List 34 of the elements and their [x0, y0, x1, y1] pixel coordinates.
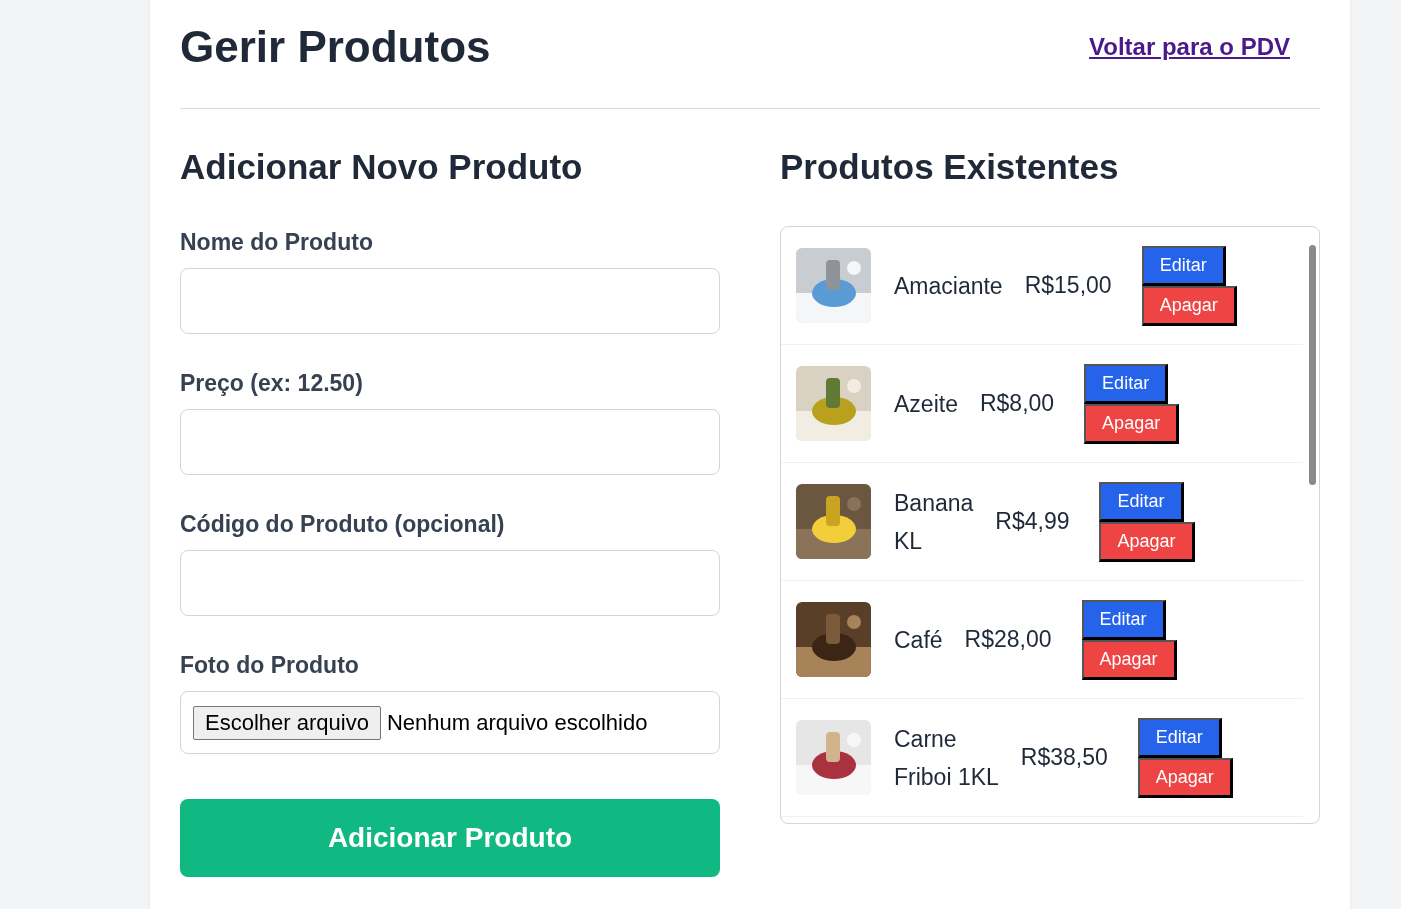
- delete-button[interactable]: Apagar: [1081, 639, 1177, 680]
- delete-button[interactable]: Apagar: [1137, 757, 1233, 798]
- product-price: R$4,99: [995, 508, 1070, 535]
- back-link[interactable]: Voltar para o PDV: [1089, 33, 1290, 61]
- input-field[interactable]: [180, 268, 720, 334]
- page-title: Gerir Produtos: [180, 22, 491, 72]
- field-label: Código do Produto (opcional): [180, 511, 506, 538]
- edit-button[interactable]: Editar: [1099, 481, 1184, 522]
- edit-button[interactable]: Editar: [1141, 245, 1226, 286]
- delete-button[interactable]: Apagar: [1099, 521, 1195, 562]
- edit-button[interactable]: Editar: [1081, 599, 1166, 640]
- product-price: R$15,00: [1024, 272, 1112, 299]
- product-name: Banana KL: [894, 488, 974, 556]
- field-label: Foto do Produto: [180, 652, 360, 679]
- edit-button[interactable]: Editar: [1084, 363, 1169, 404]
- input-field[interactable]: [180, 550, 720, 616]
- file-field[interactable]: Escolher arquivo Nenhum arquivo escolhido: [180, 691, 720, 754]
- choose-file-button[interactable]: Escolher arquivo: [193, 705, 381, 740]
- product-name: Café: [894, 625, 943, 655]
- product-price: R$38,50: [1020, 744, 1108, 771]
- product-price: R$8,00: [979, 390, 1055, 417]
- delete-button[interactable]: Apagar: [1141, 285, 1237, 326]
- field-label: Nome do Produto: [180, 229, 374, 256]
- product-name: Carne Friboi 1KL: [894, 724, 999, 792]
- edit-button[interactable]: Editar: [1137, 717, 1222, 758]
- product-price: R$28,00: [964, 626, 1052, 653]
- input-field[interactable]: [180, 409, 720, 475]
- delete-button[interactable]: Apagar: [1084, 403, 1180, 444]
- section-heading: Produtos Existentes: [780, 147, 1120, 187]
- product-name: Azeite: [894, 389, 958, 419]
- product-name: Amaciante: [894, 271, 1003, 301]
- file-status: Nenhum arquivo escolhido: [386, 709, 648, 736]
- section-heading: Adicionar Novo Produto: [180, 147, 584, 187]
- field-label: Preço (ex: 12.50): [180, 370, 364, 397]
